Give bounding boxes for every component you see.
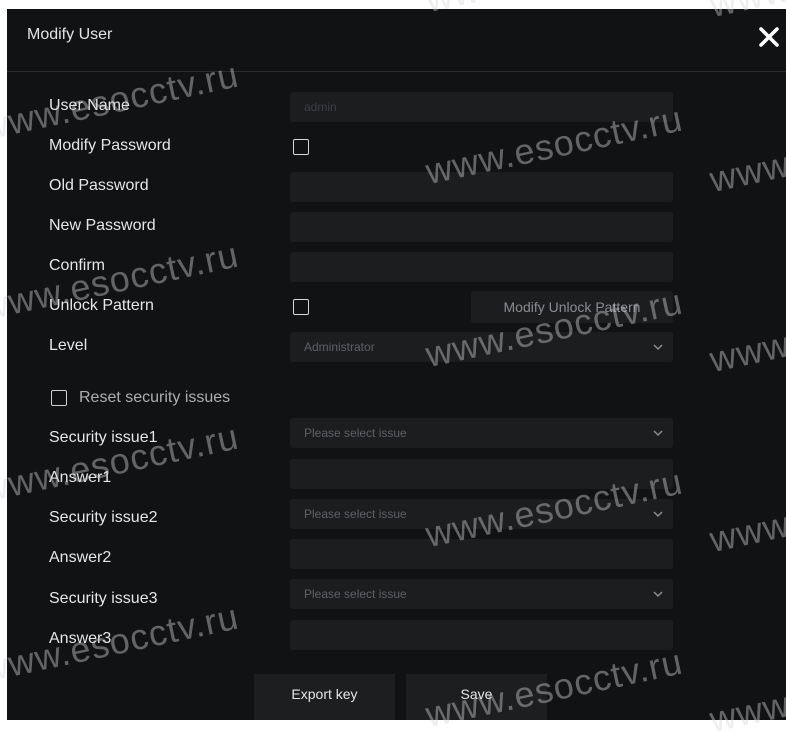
export-key-button[interactable]: Export key (254, 674, 395, 720)
new-password-label: New Password (49, 217, 156, 234)
answer1-field[interactable] (290, 459, 673, 489)
security-issue2-select[interactable]: Please select issue (290, 499, 673, 529)
security-issue1-value: Please select issue (304, 426, 407, 440)
level-label: Level (49, 337, 88, 354)
security-issue3-select[interactable]: Please select issue (290, 579, 673, 609)
chevron-down-icon (653, 344, 663, 351)
unlock-pattern-label: Unlock Pattern (49, 297, 154, 314)
answer2-label: Answer2 (49, 549, 112, 566)
reset-security-checkbox[interactable] (51, 390, 67, 406)
answer3-field[interactable] (290, 620, 673, 650)
modify-user-dialog: Modify User User Name admin Modify Passw… (7, 9, 786, 720)
dialog-titlebar: Modify User (7, 9, 786, 72)
security-issue2-value: Please select issue (304, 507, 407, 521)
chevron-down-icon (653, 511, 663, 518)
confirm-label: Confirm (49, 257, 106, 274)
new-password-field[interactable] (290, 212, 673, 242)
modify-password-label: Modify Password (49, 137, 171, 154)
level-select[interactable]: Administrator (290, 332, 673, 362)
modify-unlock-pattern-button[interactable]: Modify Unlock Pattern (471, 291, 673, 323)
confirm-password-field[interactable] (290, 252, 673, 282)
security-issue1-select[interactable]: Please select issue (290, 418, 673, 448)
dialog-title: Modify User (27, 26, 113, 43)
answer1-label: Answer1 (49, 469, 112, 486)
chevron-down-icon (653, 430, 663, 437)
security-issue3-label: Security issue3 (49, 590, 158, 607)
security-issue2-label: Security issue2 (49, 509, 158, 526)
level-value: Administrator (304, 340, 375, 354)
user-name-label: User Name (49, 97, 130, 114)
answer3-label: Answer3 (49, 630, 112, 647)
old-password-label: Old Password (49, 177, 149, 194)
modify-password-checkbox[interactable] (293, 139, 309, 155)
answer2-field[interactable] (290, 539, 673, 569)
close-icon[interactable] (757, 25, 781, 49)
security-issue3-value: Please select issue (304, 587, 407, 601)
old-password-field[interactable] (290, 172, 673, 202)
reset-security-label: Reset security issues (79, 389, 231, 406)
unlock-pattern-checkbox[interactable] (293, 299, 309, 315)
security-issue1-label: Security issue1 (49, 429, 158, 446)
save-button[interactable]: Save (406, 674, 547, 720)
chevron-down-icon (653, 591, 663, 598)
user-name-field[interactable]: admin (290, 92, 673, 122)
